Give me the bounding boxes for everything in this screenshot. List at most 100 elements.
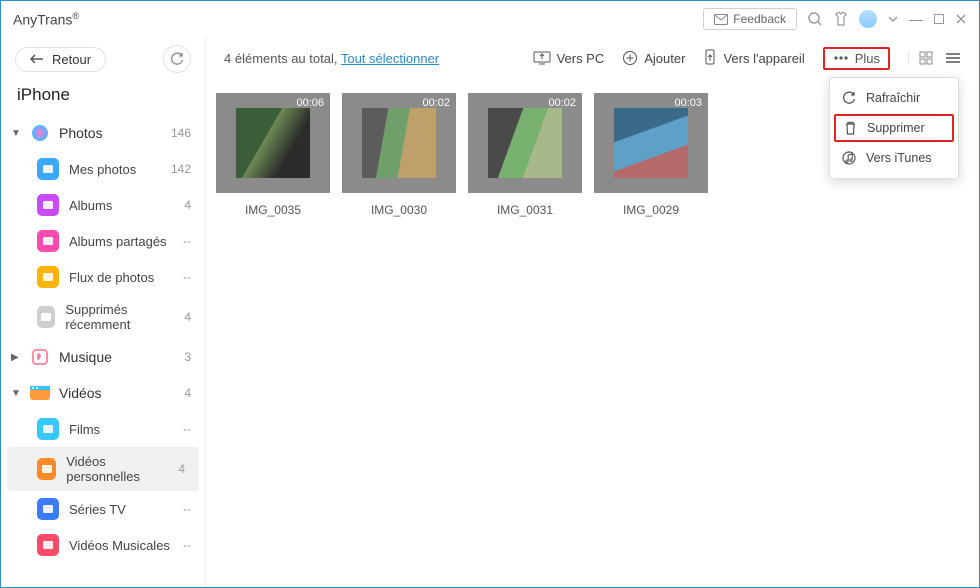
video-thumb[interactable]: 00:03 IMG_0029 bbox=[594, 93, 708, 217]
video-duration: 00:02 bbox=[422, 97, 450, 109]
sidebar-item[interactable]: Albums 4 bbox=[1, 187, 205, 223]
sidebar-item[interactable]: Supprimés récemment 4 bbox=[1, 295, 205, 339]
chevron-down-icon[interactable] bbox=[887, 13, 899, 25]
sidebar-item[interactable]: Albums partagés -- bbox=[1, 223, 205, 259]
refresh-icon bbox=[842, 91, 856, 105]
sidebar-category[interactable]: ▼ Photos 146 bbox=[1, 115, 205, 151]
category-count: 3 bbox=[184, 350, 191, 364]
grid-view-icon[interactable] bbox=[919, 51, 933, 65]
item-label: Albums bbox=[69, 198, 112, 213]
close-button[interactable] bbox=[955, 13, 967, 25]
arrow-left-icon bbox=[30, 54, 44, 64]
item-count: 142 bbox=[171, 162, 191, 176]
video-name: IMG_0030 bbox=[371, 203, 427, 217]
item-count: 4 bbox=[184, 198, 191, 212]
add-button[interactable]: Ajouter bbox=[622, 50, 685, 66]
category-icon bbox=[29, 346, 51, 368]
item-count: -- bbox=[183, 234, 191, 248]
item-count: 4 bbox=[178, 462, 185, 476]
shirt-icon[interactable] bbox=[833, 11, 849, 27]
sidebar-refresh-button[interactable] bbox=[163, 45, 191, 73]
category-count: 4 bbox=[184, 386, 191, 400]
item-icon bbox=[37, 418, 59, 440]
dots-icon bbox=[833, 55, 849, 61]
app-title: AnyTrans® bbox=[13, 11, 79, 28]
monitor-up-icon bbox=[533, 50, 551, 66]
item-icon bbox=[37, 306, 55, 328]
item-label: Mes photos bbox=[69, 162, 136, 177]
item-label: Vidéos personnelles bbox=[66, 454, 168, 484]
category-count: 146 bbox=[171, 126, 191, 140]
video-name: IMG_0031 bbox=[497, 203, 553, 217]
item-count: -- bbox=[183, 502, 191, 516]
item-icon bbox=[37, 534, 59, 556]
back-label: Retour bbox=[52, 52, 91, 67]
select-all-link[interactable]: Tout sélectionner bbox=[341, 51, 439, 66]
summary-text: 4 éléments au total, Tout sélectionner bbox=[224, 51, 515, 66]
category-icon bbox=[29, 122, 51, 144]
category-label: Photos bbox=[59, 125, 103, 141]
minimize-button[interactable]: — bbox=[909, 11, 923, 27]
caret-icon: ▶ bbox=[11, 352, 21, 363]
list-view-icon[interactable] bbox=[945, 52, 961, 64]
item-icon bbox=[37, 194, 59, 216]
device-arrow-icon bbox=[703, 49, 717, 67]
caret-icon: ▼ bbox=[11, 128, 21, 139]
to-device-button[interactable]: Vers l'appareil bbox=[703, 49, 804, 67]
item-icon bbox=[37, 266, 59, 288]
sidebar-item[interactable]: Séries TV -- bbox=[1, 491, 205, 527]
item-label: Supprimés récemment bbox=[65, 302, 174, 332]
back-button[interactable]: Retour bbox=[15, 47, 106, 72]
mail-icon bbox=[714, 14, 728, 25]
item-icon bbox=[37, 458, 56, 480]
item-label: Albums partagés bbox=[69, 234, 167, 249]
sidebar-category[interactable]: ▶ Musique 3 bbox=[1, 339, 205, 375]
item-count: -- bbox=[183, 270, 191, 284]
toolbar: 4 éléments au total, Tout sélectionner V… bbox=[206, 37, 979, 79]
more-menu: Rafraîchir Supprimer Vers iTunes bbox=[829, 77, 959, 179]
video-duration: 00:06 bbox=[296, 97, 324, 109]
itunes-icon bbox=[842, 151, 856, 165]
item-icon bbox=[37, 498, 59, 520]
sidebar: Retour iPhone ▼ Photos 146 Mes photos 142 Alb… bbox=[1, 37, 206, 587]
sidebar-item[interactable]: Films -- bbox=[1, 411, 205, 447]
video-name: IMG_0029 bbox=[623, 203, 679, 217]
item-label: Flux de photos bbox=[69, 270, 154, 285]
avatar[interactable] bbox=[859, 10, 877, 28]
sidebar-category[interactable]: ▼ Vidéos 4 bbox=[1, 375, 205, 411]
item-count: 4 bbox=[184, 310, 191, 324]
caret-icon: ▼ bbox=[11, 388, 21, 399]
more-button[interactable]: Plus bbox=[823, 47, 890, 70]
to-pc-button[interactable]: Vers PC bbox=[533, 50, 605, 66]
maximize-button[interactable] bbox=[933, 13, 945, 25]
video-duration: 00:02 bbox=[548, 97, 576, 109]
item-icon bbox=[37, 230, 59, 252]
video-duration: 00:03 bbox=[674, 97, 702, 109]
sidebar-item[interactable]: Flux de photos -- bbox=[1, 259, 205, 295]
video-thumb[interactable]: 00:02 IMG_0030 bbox=[342, 93, 456, 217]
menu-refresh[interactable]: Rafraîchir bbox=[830, 84, 958, 112]
search-icon[interactable] bbox=[807, 11, 823, 27]
item-icon bbox=[37, 158, 59, 180]
menu-delete[interactable]: Supprimer bbox=[834, 114, 954, 142]
category-icon bbox=[29, 382, 51, 404]
sidebar-item[interactable]: Vidéos Musicales -- bbox=[1, 527, 205, 563]
item-count: -- bbox=[183, 538, 191, 552]
item-count: -- bbox=[183, 422, 191, 436]
device-name: iPhone bbox=[1, 83, 205, 115]
video-name: IMG_0035 bbox=[245, 203, 301, 217]
item-label: Vidéos Musicales bbox=[69, 538, 170, 553]
sidebar-item[interactable]: Vidéos personnelles 4 bbox=[7, 447, 199, 491]
video-thumb[interactable]: 00:06 IMG_0035 bbox=[216, 93, 330, 217]
trash-icon bbox=[844, 121, 857, 135]
feedback-label: Feedback bbox=[733, 12, 786, 26]
feedback-button[interactable]: Feedback bbox=[703, 8, 797, 30]
video-thumb[interactable]: 00:02 IMG_0031 bbox=[468, 93, 582, 217]
sidebar-item[interactable]: Mes photos 142 bbox=[1, 151, 205, 187]
item-label: Films bbox=[69, 422, 100, 437]
category-label: Vidéos bbox=[59, 385, 102, 401]
item-label: Séries TV bbox=[69, 502, 126, 517]
plus-circle-icon bbox=[622, 50, 638, 66]
menu-itunes[interactable]: Vers iTunes bbox=[830, 144, 958, 172]
category-label: Musique bbox=[59, 349, 112, 365]
